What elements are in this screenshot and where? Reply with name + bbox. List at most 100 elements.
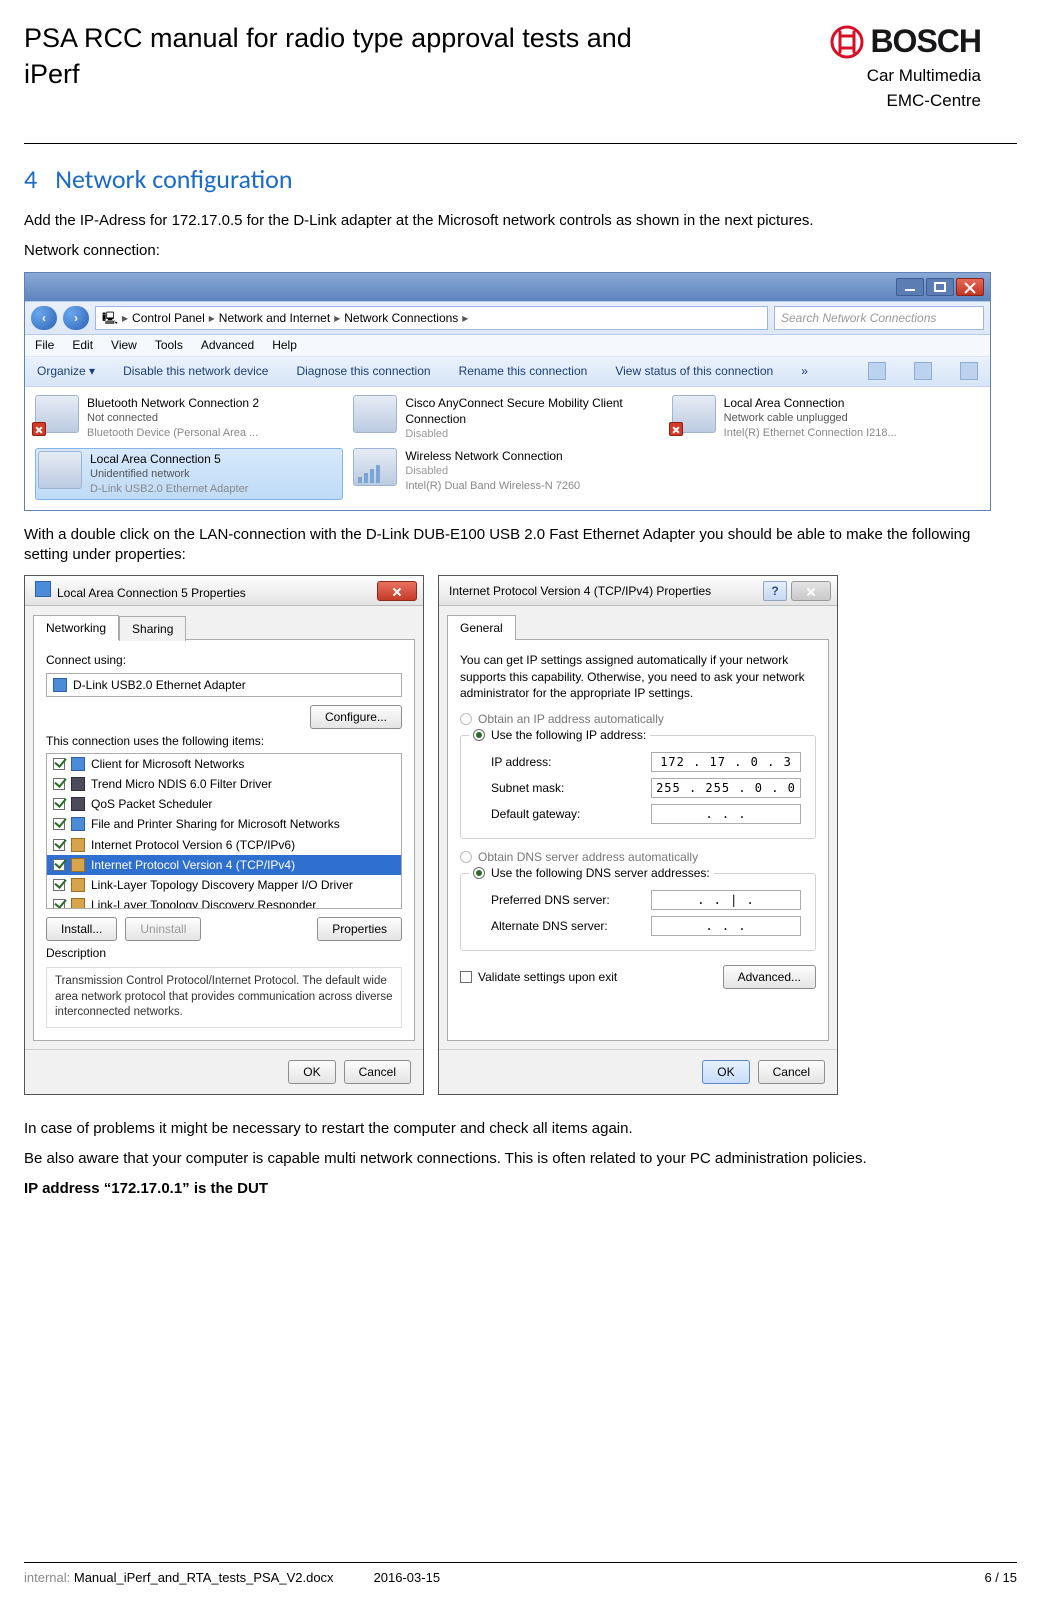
mask-label: Subnet mask:	[491, 780, 651, 796]
ok-button[interactable]: OK	[702, 1060, 749, 1084]
menu-advanced[interactable]: Advanced	[201, 337, 254, 353]
close-button[interactable]	[377, 581, 417, 601]
ipv4-intro: You can get IP settings assigned automat…	[460, 652, 816, 701]
connection-item[interactable]: Local Area Connection 5Unidentified netw…	[35, 448, 343, 500]
tab-sharing[interactable]: Sharing	[119, 616, 186, 641]
radio-use-dns[interactable]	[473, 867, 485, 879]
view-icon[interactable]	[868, 362, 886, 380]
ip-label: IP address:	[491, 754, 651, 770]
network-items-list[interactable]: Client for Microsoft NetworksTrend Micro…	[46, 753, 402, 909]
gateway-input[interactable]: . . .	[651, 804, 801, 824]
nav-back-button[interactable]: ‹	[31, 306, 57, 330]
maximize-button[interactable]	[926, 278, 954, 296]
radio-use-ip[interactable]	[473, 729, 485, 741]
ipv4-properties-dialog: Internet Protocol Version 4 (TCP/IPv4) P…	[438, 575, 838, 1094]
minimize-button[interactable]	[896, 278, 924, 296]
description-label: Description	[46, 945, 402, 961]
network-component-row[interactable]: Client for Microsoft Networks	[47, 754, 401, 774]
connection-item[interactable]: Bluetooth Network Connection 2Not connec…	[35, 395, 343, 442]
section-heading: 4Network configuration	[24, 162, 1017, 197]
component-checkbox[interactable]	[53, 839, 65, 851]
connection-icon	[672, 395, 716, 433]
radio-auto-ip[interactable]	[460, 713, 472, 725]
breadcrumb-item[interactable]: Network and Internet	[219, 310, 330, 326]
toolbar-organize[interactable]: Organize ▾	[37, 363, 95, 379]
connect-using-label: Connect using:	[46, 652, 402, 668]
connection-device: Intel(R) Dual Band Wireless-N 7260	[405, 479, 580, 494]
cancel-button[interactable]: Cancel	[758, 1060, 825, 1084]
label-use-ip: Use the following IP address:	[491, 728, 646, 742]
network-component-row[interactable]: Trend Micro NDIS 6.0 Filter Driver	[47, 774, 401, 794]
component-checkbox[interactable]	[53, 758, 65, 770]
component-icon	[71, 817, 85, 831]
caption-network-connection: Network connection:	[24, 241, 1017, 261]
connection-item[interactable]: Local Area ConnectionNetwork cable unplu…	[672, 395, 980, 442]
menu-bar: File Edit View Tools Advanced Help	[25, 335, 990, 357]
connection-item[interactable]: Cisco AnyConnect Secure Mobility Client …	[353, 395, 661, 442]
menu-edit[interactable]: Edit	[72, 337, 93, 353]
toolbar-disable[interactable]: Disable this network device	[123, 363, 268, 379]
dialog-title: Local Area Connection 5 Properties	[57, 586, 246, 600]
component-checkbox[interactable]	[53, 899, 65, 909]
ok-button[interactable]: OK	[288, 1060, 335, 1084]
menu-tools[interactable]: Tools	[155, 337, 183, 353]
component-checkbox[interactable]	[53, 798, 65, 810]
network-component-row[interactable]: Link-Layer Topology Discovery Responder	[47, 895, 401, 909]
ip-input[interactable]: 172 . 17 . 0 . 3	[651, 752, 801, 772]
component-checkbox[interactable]	[53, 859, 65, 871]
toolbar-diagnose[interactable]: Diagnose this connection	[296, 363, 430, 379]
network-adapter-icon	[35, 581, 51, 597]
network-component-row[interactable]: Link-Layer Topology Discovery Mapper I/O…	[47, 875, 401, 895]
menu-view[interactable]: View	[111, 337, 137, 353]
toolbar-status[interactable]: View status of this connection	[615, 363, 773, 379]
close-button[interactable]	[956, 278, 984, 296]
network-component-row[interactable]: Internet Protocol Version 6 (TCP/IPv6)	[47, 835, 401, 855]
uninstall-button[interactable]: Uninstall	[125, 917, 201, 941]
tab-networking[interactable]: Networking	[33, 615, 119, 640]
search-input[interactable]: Search Network Connections	[774, 306, 984, 330]
multinic-note: Be also aware that your computer is capa…	[24, 1149, 1017, 1169]
network-component-row[interactable]: Internet Protocol Version 4 (TCP/IPv4)	[47, 855, 401, 875]
validate-checkbox[interactable]	[460, 971, 472, 983]
caption-properties: With a double click on the LAN-connectio…	[24, 525, 1017, 566]
radio-auto-dns[interactable]	[460, 851, 472, 863]
component-checkbox[interactable]	[53, 778, 65, 790]
menu-help[interactable]: Help	[272, 337, 297, 353]
breadcrumb-item[interactable]: Control Panel	[132, 310, 205, 326]
component-label: Internet Protocol Version 6 (TCP/IPv6)	[91, 837, 295, 853]
breadcrumb-item[interactable]: Network Connections	[344, 310, 458, 326]
cancel-button[interactable]: Cancel	[344, 1060, 411, 1084]
install-button[interactable]: Install...	[46, 917, 117, 941]
alt-dns-input[interactable]: . . .	[651, 916, 801, 936]
advanced-button[interactable]: Advanced...	[723, 965, 816, 989]
connection-icon	[353, 395, 397, 433]
close-button[interactable]	[791, 581, 831, 601]
connection-icon	[38, 451, 82, 489]
tab-general[interactable]: General	[447, 615, 516, 640]
connection-device: Bluetooth Device (Personal Area ...	[87, 426, 259, 441]
preview-pane-icon[interactable]	[914, 362, 932, 380]
connection-item[interactable]: Wireless Network ConnectionDisabledIntel…	[353, 448, 661, 500]
configure-button[interactable]: Configure...	[310, 705, 402, 729]
connection-name: Bluetooth Network Connection 2	[87, 395, 259, 411]
breadcrumb-bar[interactable]: 🖳 ▸ Control Panel ▸ Network and Internet…	[95, 306, 768, 330]
component-label: Link-Layer Topology Discovery Mapper I/O…	[91, 877, 353, 893]
menu-file[interactable]: File	[35, 337, 54, 353]
toolbar-overflow[interactable]: »	[801, 363, 808, 379]
nav-forward-button[interactable]: ›	[63, 306, 89, 330]
pref-dns-input[interactable]: . . | .	[651, 890, 801, 910]
component-label: QoS Packet Scheduler	[91, 796, 212, 812]
connection-status: Disabled	[405, 427, 661, 442]
component-label: File and Printer Sharing for Microsoft N…	[91, 816, 340, 832]
component-checkbox[interactable]	[53, 818, 65, 830]
connection-name: Local Area Connection	[724, 395, 897, 411]
component-checkbox[interactable]	[53, 879, 65, 891]
help-icon[interactable]	[960, 362, 978, 380]
network-component-row[interactable]: File and Printer Sharing for Microsoft N…	[47, 814, 401, 834]
properties-button[interactable]: Properties	[317, 917, 402, 941]
toolbar-rename[interactable]: Rename this connection	[459, 363, 588, 379]
component-icon	[71, 757, 85, 771]
help-button[interactable]: ?	[763, 581, 787, 601]
mask-input[interactable]: 255 . 255 . 0 . 0	[651, 778, 801, 798]
network-component-row[interactable]: QoS Packet Scheduler	[47, 794, 401, 814]
